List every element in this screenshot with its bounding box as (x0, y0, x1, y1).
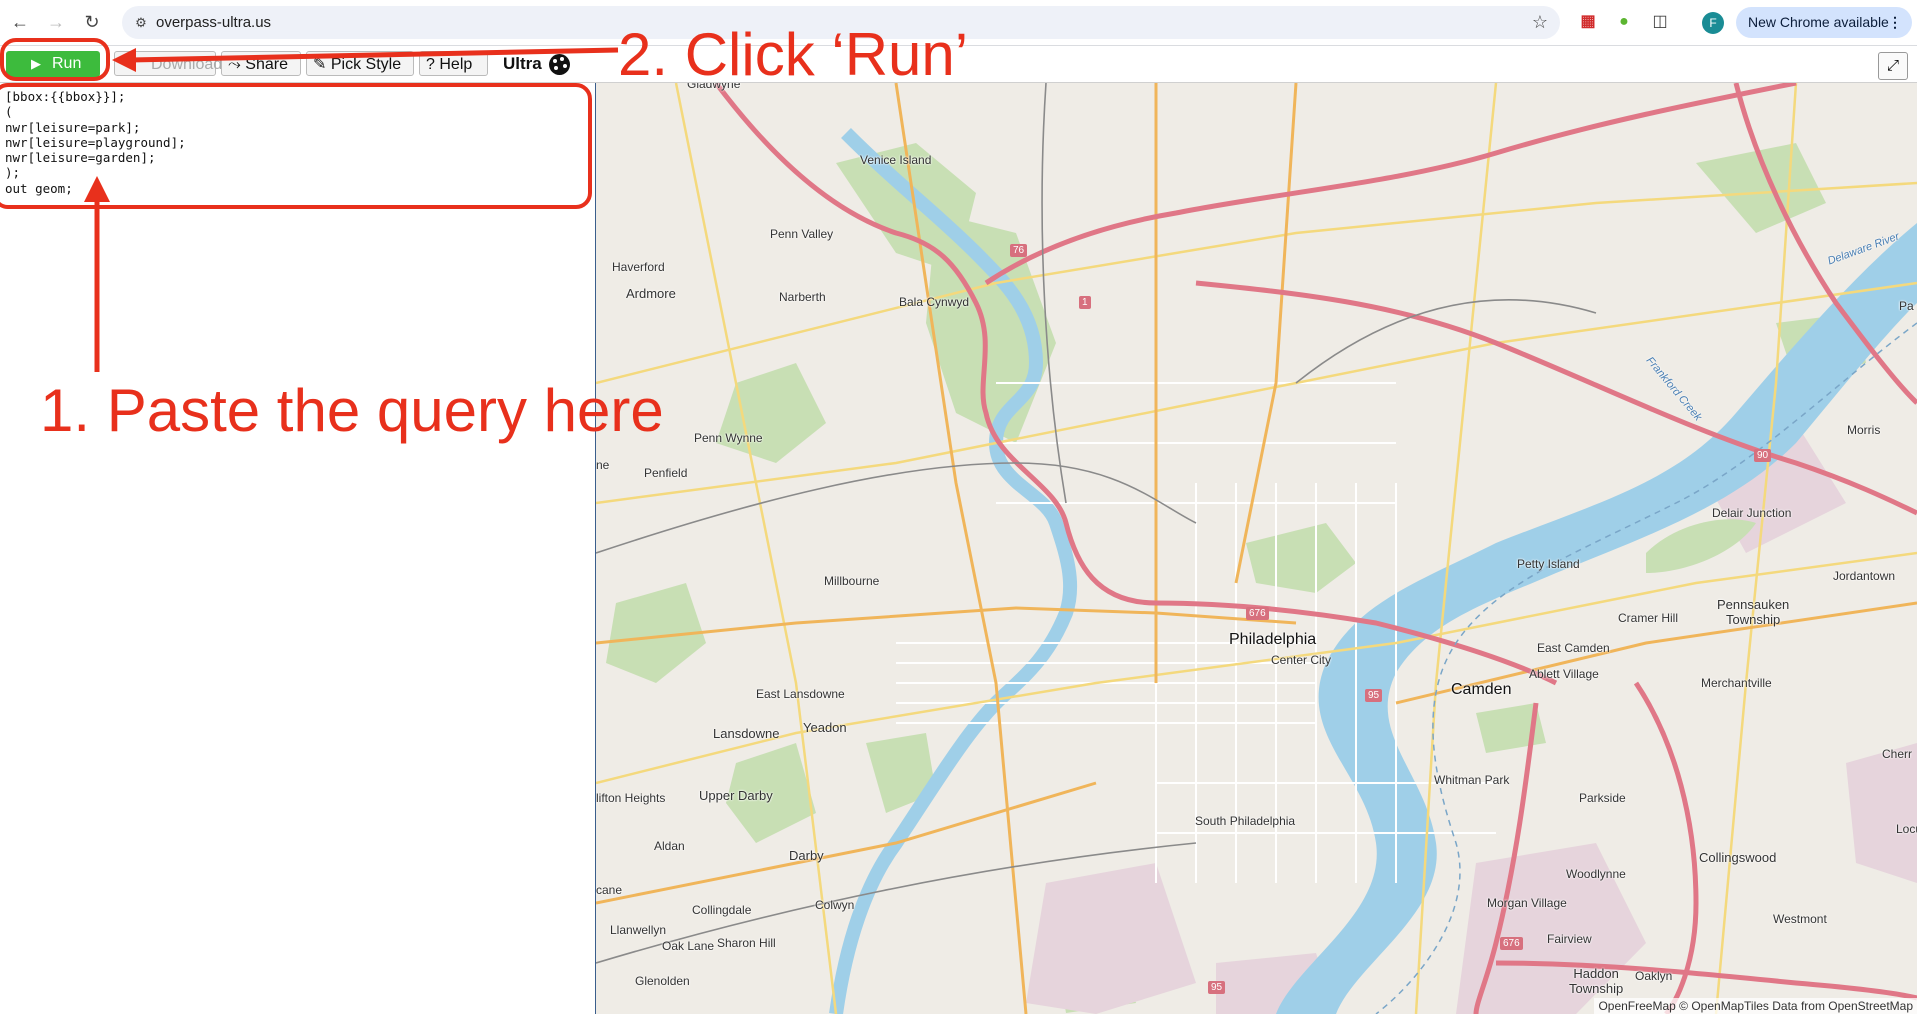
annotation-arrows (84, 47, 619, 372)
step1-annotation: 1. Paste the query here (40, 377, 664, 444)
arrow-to-editor (84, 176, 110, 372)
step2-annotation: 2. Click ‘Run’ (618, 21, 969, 88)
arrow-to-run (112, 47, 619, 72)
